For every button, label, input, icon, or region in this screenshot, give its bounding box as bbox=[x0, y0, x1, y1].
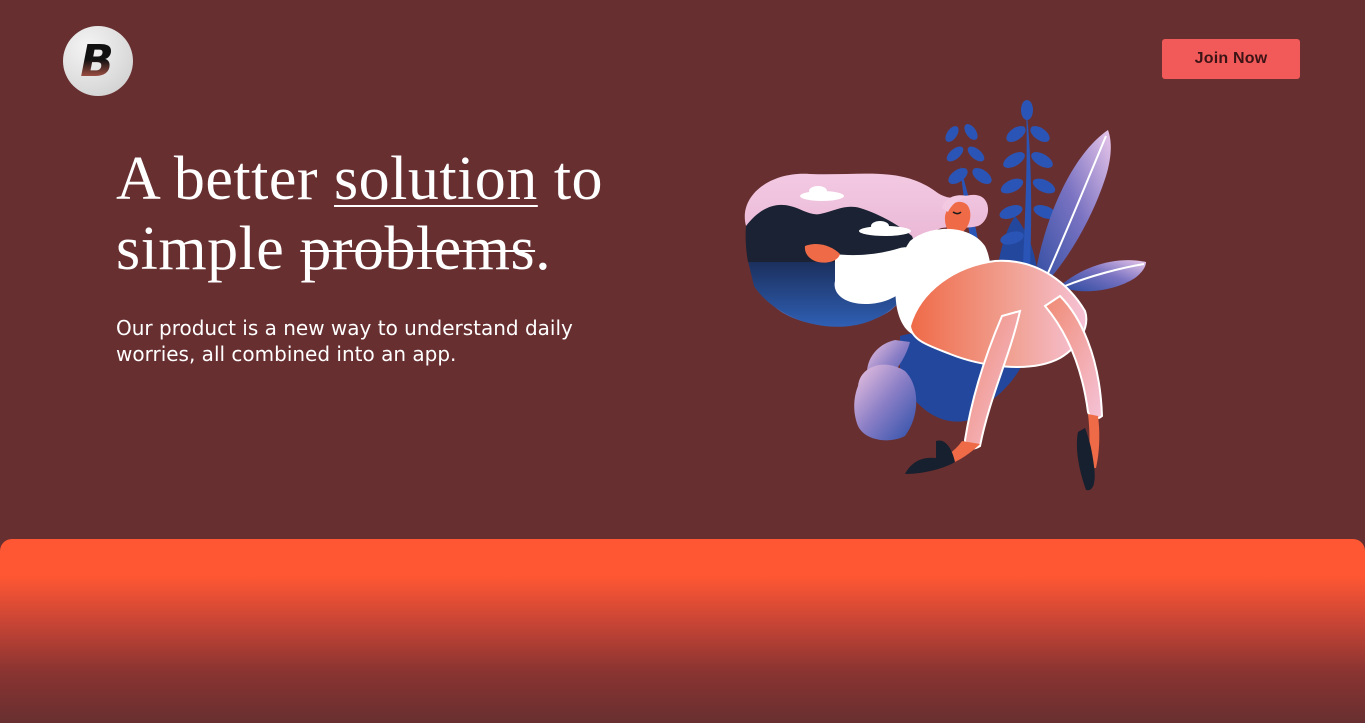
headline-struck-word: problems bbox=[300, 215, 536, 283]
headline-underlined-word: solution bbox=[334, 145, 538, 213]
hero-subtext: Our product is a new way to understand d… bbox=[116, 316, 573, 366]
hero-headline: A better solution to simple problems. bbox=[116, 144, 736, 284]
headline-text-end: . bbox=[535, 215, 552, 283]
join-now-button[interactable]: Join Now bbox=[1162, 39, 1300, 79]
logo-letter: B bbox=[80, 36, 114, 87]
floating-woman-illustration bbox=[744, 100, 1146, 491]
brand-logo-icon[interactable]: B bbox=[63, 26, 133, 96]
headline-text-start: A better bbox=[116, 145, 334, 213]
bottom-gradient-band bbox=[0, 539, 1365, 723]
